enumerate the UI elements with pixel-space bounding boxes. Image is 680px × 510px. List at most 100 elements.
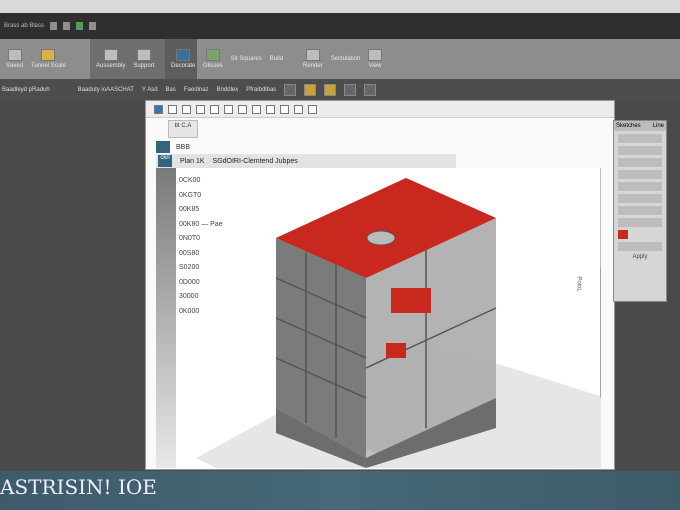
view-header: ckn Plan 1K SGdOIRI-Clemtend Jubpes bbox=[156, 154, 456, 168]
toolbar-item[interactable]: Faedlnaz bbox=[184, 87, 209, 93]
support-icon bbox=[136, 49, 151, 61]
property-row[interactable] bbox=[618, 146, 662, 155]
dimension-labels: 0CK00 0KGT0 00K85 00K80 — Pae 0N0T0 00S8… bbox=[179, 177, 223, 315]
dimension-label: 0D000 bbox=[179, 278, 200, 286]
save-icon bbox=[7, 49, 22, 61]
dimension-text: PoloL bbox=[575, 276, 582, 292]
render-icon bbox=[305, 49, 320, 61]
ribbon-group: Glisses Sit Squares Build bbox=[197, 39, 297, 79]
view-icon[interactable]: ckn bbox=[158, 155, 172, 167]
tool-icon[interactable] bbox=[182, 104, 191, 114]
panel-tab[interactable]: Line bbox=[653, 123, 664, 129]
tool-icon[interactable] bbox=[364, 84, 377, 96]
command-toolbar: Baadleyd pRaduh Baaduty ioAASCHAT Y Asd … bbox=[0, 79, 680, 101]
tool-icon[interactable] bbox=[266, 104, 275, 114]
property-row[interactable] bbox=[618, 206, 662, 215]
status-bar: ASTRISIN! IOE bbox=[0, 471, 680, 510]
ribbon-group: View bbox=[362, 39, 402, 79]
panel-title: Sketches bbox=[616, 123, 641, 129]
ribbon-button[interactable]: Tunnel Scale bbox=[31, 49, 66, 69]
3d-viewport[interactable] bbox=[176, 168, 606, 468]
label: Render bbox=[303, 63, 323, 69]
scale-icon bbox=[41, 49, 56, 61]
tool-icon[interactable] bbox=[324, 84, 337, 96]
ribbon-group: Saved Tunnel Scale bbox=[0, 39, 90, 79]
dimension-value: 00K80 bbox=[179, 220, 200, 228]
label: Sit Squares bbox=[230, 56, 262, 62]
qat-icon[interactable] bbox=[63, 22, 71, 30]
tool-icon[interactable] bbox=[344, 84, 357, 96]
property-row[interactable] bbox=[618, 134, 662, 143]
tool-icon[interactable] bbox=[224, 104, 233, 114]
dimension-label: 0CK00 bbox=[179, 177, 201, 184]
red-bracket bbox=[386, 343, 406, 358]
ribbon-button[interactable]: Render bbox=[303, 49, 323, 69]
label: Aussembly bbox=[96, 63, 126, 69]
properties-panel: Sketches Line Apply bbox=[613, 120, 667, 302]
tool-icon[interactable] bbox=[168, 104, 177, 114]
tool-icon[interactable] bbox=[252, 104, 261, 114]
property-row[interactable] bbox=[618, 170, 662, 179]
annotation: Pae bbox=[210, 220, 223, 228]
toolbar-item[interactable]: Pfraibdlbas bbox=[246, 87, 276, 93]
tool-icon[interactable] bbox=[280, 104, 289, 114]
toolbar-item[interactable]: Bnddlex bbox=[217, 87, 239, 93]
toolbar-item[interactable]: Baadleyd pRaduh bbox=[2, 87, 50, 93]
toolbar-item[interactable]: Y Asd bbox=[142, 87, 158, 93]
apply-button[interactable]: Apply bbox=[614, 254, 666, 260]
title-bar: Brass ab Blass bbox=[0, 13, 680, 39]
label: Decorate bbox=[171, 63, 196, 69]
select-icon[interactable] bbox=[154, 104, 163, 114]
toolbar-item[interactable]: Baaduty ioAASCHAT bbox=[78, 87, 134, 93]
document-toolbar bbox=[146, 101, 614, 118]
label: Tunnel Scale bbox=[31, 63, 66, 69]
label: Build bbox=[269, 56, 284, 62]
tool-icon[interactable] bbox=[196, 104, 205, 114]
red-carriage bbox=[391, 288, 431, 313]
tool-icon[interactable] bbox=[294, 104, 303, 114]
ribbon-button[interactable]: Build bbox=[270, 56, 283, 62]
label: Saved bbox=[6, 63, 24, 69]
tool-icon[interactable] bbox=[308, 104, 317, 114]
dimension-label: 0KGT0 bbox=[179, 191, 202, 199]
dimension-label: 0K000 bbox=[179, 307, 200, 315]
ribbon-button[interactable]: Sectulation bbox=[331, 56, 361, 62]
property-row[interactable] bbox=[618, 194, 662, 203]
dimension-label: S0200 bbox=[179, 264, 200, 271]
tool-icon[interactable] bbox=[238, 104, 247, 114]
label: Sectulation bbox=[330, 56, 361, 62]
view-icon bbox=[368, 49, 382, 61]
qat-icon[interactable] bbox=[89, 22, 97, 30]
line-icon bbox=[205, 49, 220, 61]
property-row[interactable] bbox=[618, 218, 662, 227]
filter-icon[interactable] bbox=[156, 141, 170, 153]
qat-icon[interactable] bbox=[50, 22, 58, 30]
ribbon-button[interactable]: Decorate bbox=[171, 49, 195, 69]
assembly-icon bbox=[103, 49, 118, 61]
tool-icon[interactable] bbox=[284, 84, 297, 96]
property-row[interactable] bbox=[618, 242, 662, 251]
view-description: SGdOIRI-Clemtend Jubpes bbox=[212, 157, 298, 165]
toolbar-item[interactable]: Bas bbox=[166, 87, 176, 93]
property-row[interactable] bbox=[618, 158, 662, 167]
ribbon-button[interactable]: View bbox=[368, 49, 382, 69]
ribbon-group: Aussembly Support bbox=[90, 39, 165, 79]
qat-icon[interactable] bbox=[76, 22, 84, 30]
ribbon-button[interactable]: Sit Squares bbox=[231, 56, 262, 62]
color-swatch[interactable] bbox=[618, 230, 628, 239]
view-sidebar bbox=[156, 168, 176, 468]
property-row[interactable] bbox=[618, 182, 662, 191]
dimension-label: 00K85 bbox=[179, 206, 200, 213]
dimension-label: 30000 bbox=[179, 293, 199, 300]
ribbon-button[interactable]: Glisses bbox=[203, 49, 223, 69]
view-label: Plan 1K bbox=[180, 157, 205, 165]
dimension-label: 0N0T0 bbox=[179, 235, 201, 242]
ribbon-button[interactable]: Saved bbox=[6, 49, 23, 69]
tool-icon[interactable] bbox=[210, 104, 219, 114]
document-tab[interactable]: bt C.A bbox=[168, 120, 198, 138]
panel-header: Sketches Line bbox=[614, 121, 666, 131]
tool-icon[interactable] bbox=[304, 84, 317, 96]
app-title: ASTRISIN! IOE bbox=[0, 475, 157, 499]
ribbon-button[interactable]: Support bbox=[133, 49, 154, 69]
ribbon-button[interactable]: Aussembly bbox=[96, 49, 125, 69]
